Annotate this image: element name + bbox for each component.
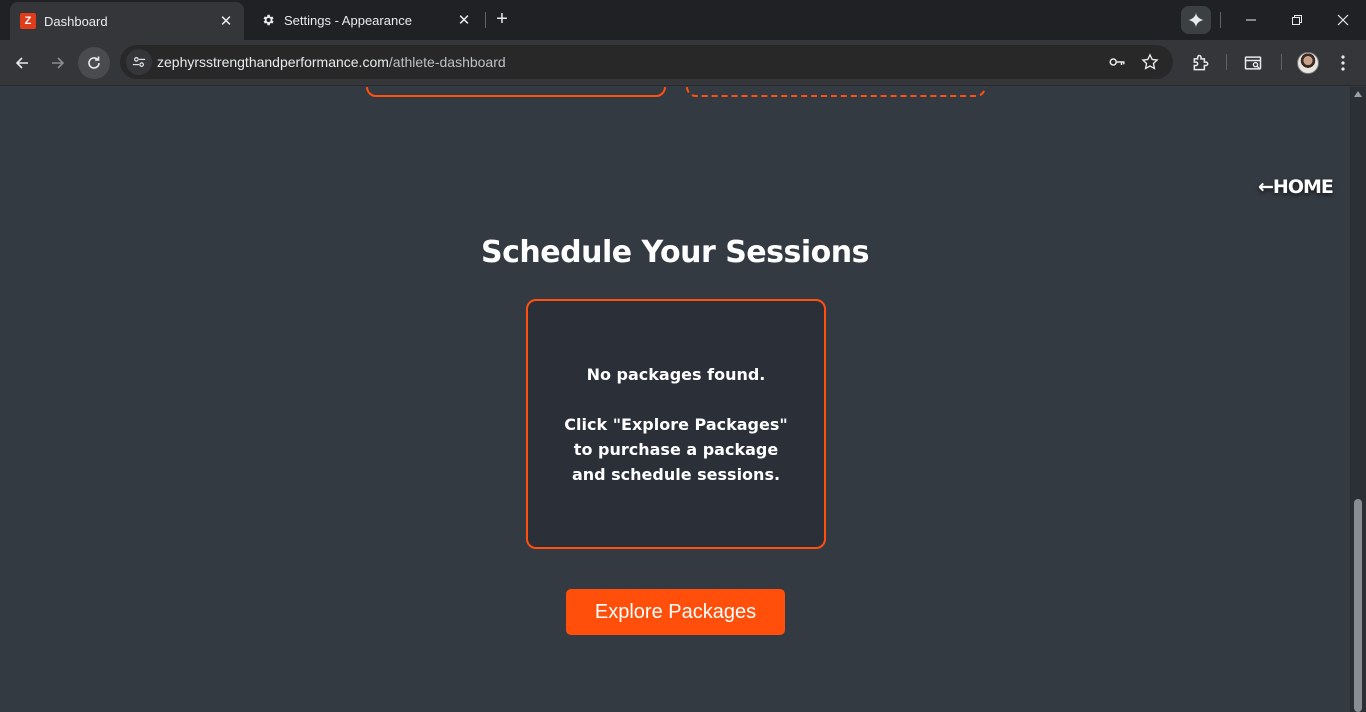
browser-toolbar: zephyrsstrengthandperformance.com/athlet… <box>0 40 1366 86</box>
home-link[interactable]: ←HOME <box>1258 176 1334 198</box>
tab-close-icon[interactable]: ✕ <box>454 10 474 30</box>
url-host: zephyrsstrengthandperformance.com <box>157 54 389 70</box>
empty-title: No packages found. <box>586 365 766 384</box>
scroll-up-arrow-icon[interactable] <box>1354 91 1362 97</box>
tab-title: Dashboard <box>44 13 108 29</box>
section-title: Schedule Your Sessions <box>481 235 869 270</box>
tab-search-icon[interactable] <box>1241 51 1265 75</box>
extensions-puzzle-icon[interactable] <box>1189 51 1213 75</box>
tab-title: Settings - Appearance <box>284 12 412 28</box>
top-card-dashed[interactable] <box>686 87 986 97</box>
top-card-solid[interactable] <box>366 87 666 97</box>
gear-icon <box>260 12 276 28</box>
tab-strip: Z Dashboard ✕ Settings - Appearance ✕ + <box>0 0 1366 40</box>
new-tab-icon[interactable]: + <box>491 9 513 31</box>
tab-separator <box>485 12 486 28</box>
site-favicon-icon: Z <box>20 13 36 29</box>
address-bar[interactable]: zephyrsstrengthandperformance.com/athlet… <box>120 45 1173 79</box>
empty-message: Click "Explore Packages" to purchase a p… <box>564 415 788 484</box>
minimize-icon[interactable] <box>1228 0 1274 40</box>
url-path: /athlete-dashboard <box>388 54 506 70</box>
explore-packages-button[interactable]: Explore Packages <box>566 589 785 635</box>
reload-icon[interactable] <box>78 47 110 79</box>
restore-icon[interactable] <box>1274 0 1320 40</box>
gemini-icon[interactable] <box>1181 6 1211 34</box>
bookmark-star-icon[interactable] <box>1140 52 1160 72</box>
packages-empty-box: No packages found. Click "Explore Packag… <box>526 299 826 549</box>
tab-dashboard[interactable]: Z Dashboard ✕ <box>10 2 244 40</box>
password-key-icon[interactable] <box>1107 52 1127 72</box>
forward-arrow-icon[interactable] <box>42 47 74 79</box>
more-menu-icon[interactable] <box>1331 51 1355 75</box>
separator <box>1281 54 1282 70</box>
scroll-thumb[interactable] <box>1354 499 1362 712</box>
close-window-icon[interactable] <box>1320 0 1366 40</box>
separator <box>1226 54 1227 70</box>
back-arrow-icon[interactable] <box>6 47 38 79</box>
profile-avatar[interactable] <box>1297 52 1319 74</box>
site-settings-icon[interactable] <box>126 49 152 75</box>
tab-close-icon[interactable]: ✕ <box>216 11 236 31</box>
scrollbar[interactable] <box>1350 87 1366 712</box>
page-viewport: ←HOME Schedule Your Sessions No packages… <box>0 87 1350 712</box>
tab-settings-appearance[interactable]: Settings - Appearance ✕ <box>250 0 482 40</box>
url-text[interactable]: zephyrsstrengthandperformance.com/athlet… <box>157 54 506 70</box>
separator <box>1220 12 1221 28</box>
